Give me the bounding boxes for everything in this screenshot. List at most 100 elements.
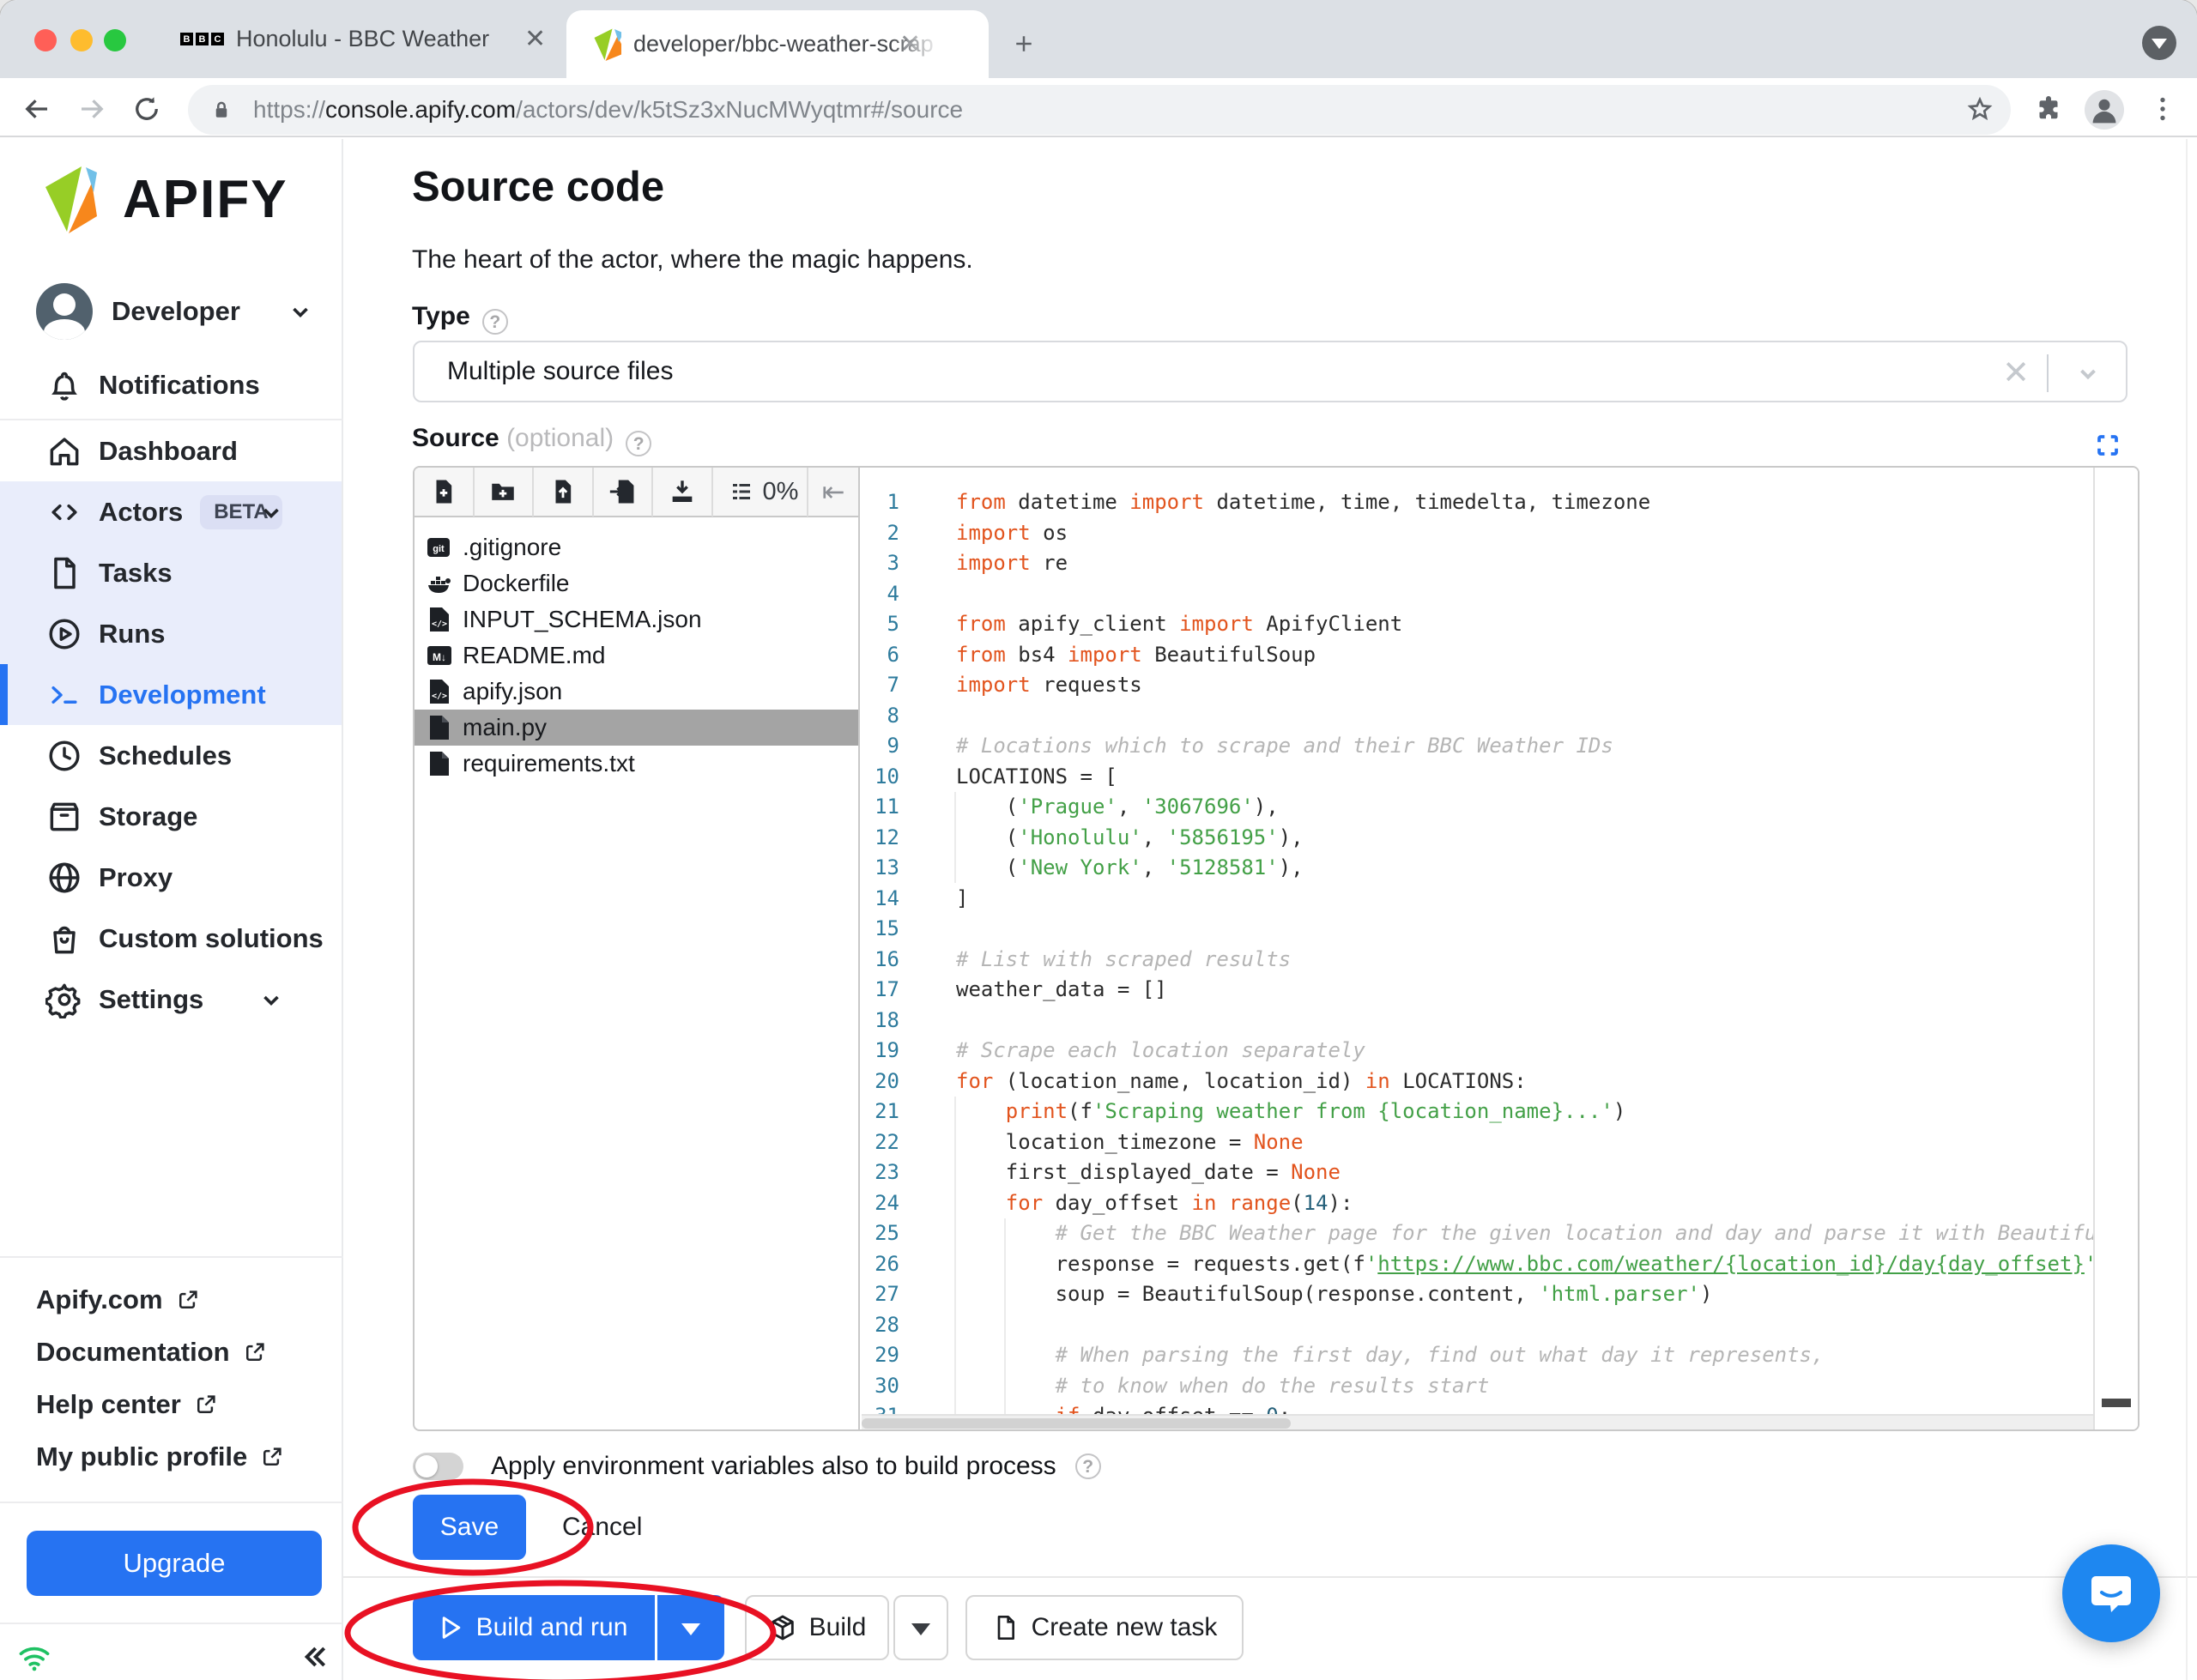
- address-bar[interactable]: https://console.apify.com/actors/dev/k5t…: [188, 85, 2011, 135]
- code-line-12: 12 ('Honolulu', '5856195'),: [862, 823, 2093, 854]
- close-window-button[interactable]: [34, 29, 57, 51]
- fullscreen-expand-icon[interactable]: [2095, 432, 2121, 458]
- build-and-run-button[interactable]: Build and run: [413, 1595, 655, 1660]
- profile-avatar[interactable]: [2085, 90, 2124, 130]
- line-content: LOCATIONS = [: [956, 764, 1117, 789]
- sidebar-item-tasks[interactable]: Tasks: [0, 542, 342, 603]
- extensions-puzzle-icon[interactable]: [2033, 94, 2064, 124]
- zoom-window-button[interactable]: [104, 29, 126, 51]
- external-link-icon: [163, 1287, 201, 1313]
- line-content: # Get the BBC Weather page for the given…: [956, 1221, 2093, 1245]
- help-icon[interactable]: ?: [1074, 1453, 1101, 1479]
- file-tree-panel: 0% ⇤ git .gitignore Dockerfile </> INPUT_SCH…: [415, 468, 860, 1429]
- tab-title-fade: [889, 21, 941, 68]
- back-button[interactable]: [21, 94, 52, 124]
- help-icon[interactable]: ?: [481, 309, 508, 335]
- sidebar-item-label: Dashboard: [99, 435, 238, 466]
- external-link-icon: [230, 1339, 268, 1365]
- create-new-task-button[interactable]: Create new task: [965, 1595, 1244, 1660]
- sidebar-item-schedules[interactable]: Schedules: [0, 725, 342, 786]
- file-name: Dockerfile: [463, 570, 570, 596]
- new-folder-button[interactable]: [475, 468, 534, 517]
- box-icon: [45, 798, 83, 836]
- new-file-button[interactable]: [415, 468, 475, 517]
- code-line-11: 11 ('Prague', '3067696'),: [862, 792, 2093, 823]
- apify-logo[interactable]: APIFY: [44, 163, 288, 235]
- code-line-15: 15: [862, 914, 2093, 945]
- sidebar-link-apify-com[interactable]: Apify.com: [0, 1273, 343, 1326]
- file-row-dockerfile[interactable]: Dockerfile: [415, 565, 858, 601]
- sidebar-item-runs[interactable]: Runs: [0, 603, 342, 664]
- code-line-6: 6 from bs4 import BeautifulSoup: [862, 640, 2093, 671]
- sidebar-item-notifications[interactable]: Notifications: [0, 355, 343, 415]
- tab-apify-console[interactable]: developer/bbc-weather-scrape ✕: [566, 10, 989, 78]
- code-line-4: 4: [862, 579, 2093, 610]
- line-content: print(f'Scraping weather from {location_…: [1005, 1099, 1626, 1123]
- sidebar-item-custom-solutions[interactable]: Custom solutions: [0, 908, 342, 969]
- sidebar-item-storage[interactable]: Storage: [0, 786, 342, 847]
- clock-icon: [45, 737, 83, 775]
- sidebar-menu: Dashboard Actors BETA Tasks Runs Development S…: [0, 420, 342, 1030]
- close-tab-icon[interactable]: ✕: [524, 24, 546, 54]
- bookmark-star-icon[interactable]: [1964, 94, 1995, 125]
- editor-vertical-scrollbar[interactable]: [2093, 468, 2138, 1429]
- sidebar-item-development[interactable]: Development: [0, 664, 342, 725]
- line-content: # to know when do the results start: [956, 1373, 1490, 1398]
- file-toolbar: 0% ⇤: [415, 468, 858, 517]
- markdown-file-icon: M↓: [427, 642, 452, 669]
- code-line-7: 7 import requests: [862, 670, 2093, 701]
- build-button[interactable]: Build: [745, 1595, 889, 1660]
- sidebar-item-dashboard[interactable]: Dashboard: [0, 420, 342, 481]
- minimize-window-button[interactable]: [70, 29, 93, 51]
- file-row-main.py[interactable]: main.py: [415, 710, 858, 746]
- file-icon: [45, 554, 83, 592]
- import-file-button[interactable]: [594, 468, 653, 517]
- file-row-readme.md[interactable]: M↓ README.md: [415, 638, 858, 674]
- download-all-button[interactable]: [653, 468, 713, 517]
- sidebar-link-documentation[interactable]: Documentation: [0, 1326, 343, 1378]
- tab-search-button[interactable]: [2142, 26, 2176, 60]
- file-row-.gitignore[interactable]: git .gitignore: [415, 529, 858, 565]
- file-row-input-schema.json[interactable]: </> INPUT_SCHEMA.json: [415, 601, 858, 638]
- type-select[interactable]: Multiple source files ✕: [413, 341, 2127, 402]
- play-circle-icon: [45, 615, 83, 653]
- line-content: import os: [956, 520, 1068, 545]
- line-content: ]: [956, 885, 969, 910]
- code-line-14: 14]: [862, 884, 2093, 915]
- build-and-run-dropdown-button[interactable]: [657, 1595, 724, 1660]
- collapse-file-panel-icon[interactable]: ⇤: [807, 468, 858, 517]
- chevron-down-icon[interactable]: [2073, 358, 2103, 389]
- code-editor[interactable]: 1 from datetime import datetime, time, ti…: [862, 468, 2093, 1414]
- new-tab-button[interactable]: [1011, 31, 1037, 57]
- save-button[interactable]: Save: [413, 1495, 526, 1560]
- help-icon[interactable]: ?: [626, 431, 652, 456]
- clear-select-icon[interactable]: ✕: [1999, 356, 2033, 390]
- sidebar-link-help-center[interactable]: Help center: [0, 1378, 343, 1430]
- upgrade-button[interactable]: Upgrade: [27, 1531, 322, 1596]
- sidebar-link-my-public-profile[interactable]: My public profile: [0, 1430, 343, 1483]
- reload-button[interactable]: [131, 94, 162, 124]
- sidebar-item-label: Custom solutions: [99, 922, 324, 953]
- scroll-marker: [2102, 1399, 2131, 1407]
- line-number: 19: [875, 1038, 899, 1062]
- code-line-1: 1 from datetime import datetime, time, ti…: [862, 487, 2093, 518]
- file-row-apify.json[interactable]: </> apify.json: [415, 674, 858, 710]
- line-number: 7: [887, 673, 899, 697]
- env-variables-toggle[interactable]: [413, 1453, 463, 1480]
- account-switcher[interactable]: Developer: [0, 273, 343, 350]
- file-row-requirements.txt[interactable]: requirements.txt: [415, 746, 858, 782]
- line-content: # Locations which to scrape and their BB…: [956, 734, 1613, 758]
- forward-button[interactable]: [76, 94, 107, 124]
- tab-bbc-weather[interactable]: BBC Honolulu - BBC Weather ✕: [163, 0, 566, 78]
- lock-icon: [215, 101, 227, 118]
- upload-file-button[interactable]: [534, 468, 594, 517]
- collapse-sidebar-icon[interactable]: [297, 1640, 331, 1674]
- sidebar-item-actors[interactable]: Actors BETA: [0, 481, 342, 542]
- browser-menu-dots-icon[interactable]: [2147, 94, 2178, 124]
- editor-horizontal-scrollbar[interactable]: [862, 1414, 2093, 1429]
- sidebar-item-proxy[interactable]: Proxy: [0, 847, 342, 908]
- sidebar-item-settings[interactable]: Settings: [0, 969, 342, 1030]
- intercom-chat-button[interactable]: [2062, 1544, 2160, 1642]
- build-dropdown-button[interactable]: [893, 1595, 948, 1660]
- cancel-button[interactable]: Cancel: [562, 1495, 642, 1560]
